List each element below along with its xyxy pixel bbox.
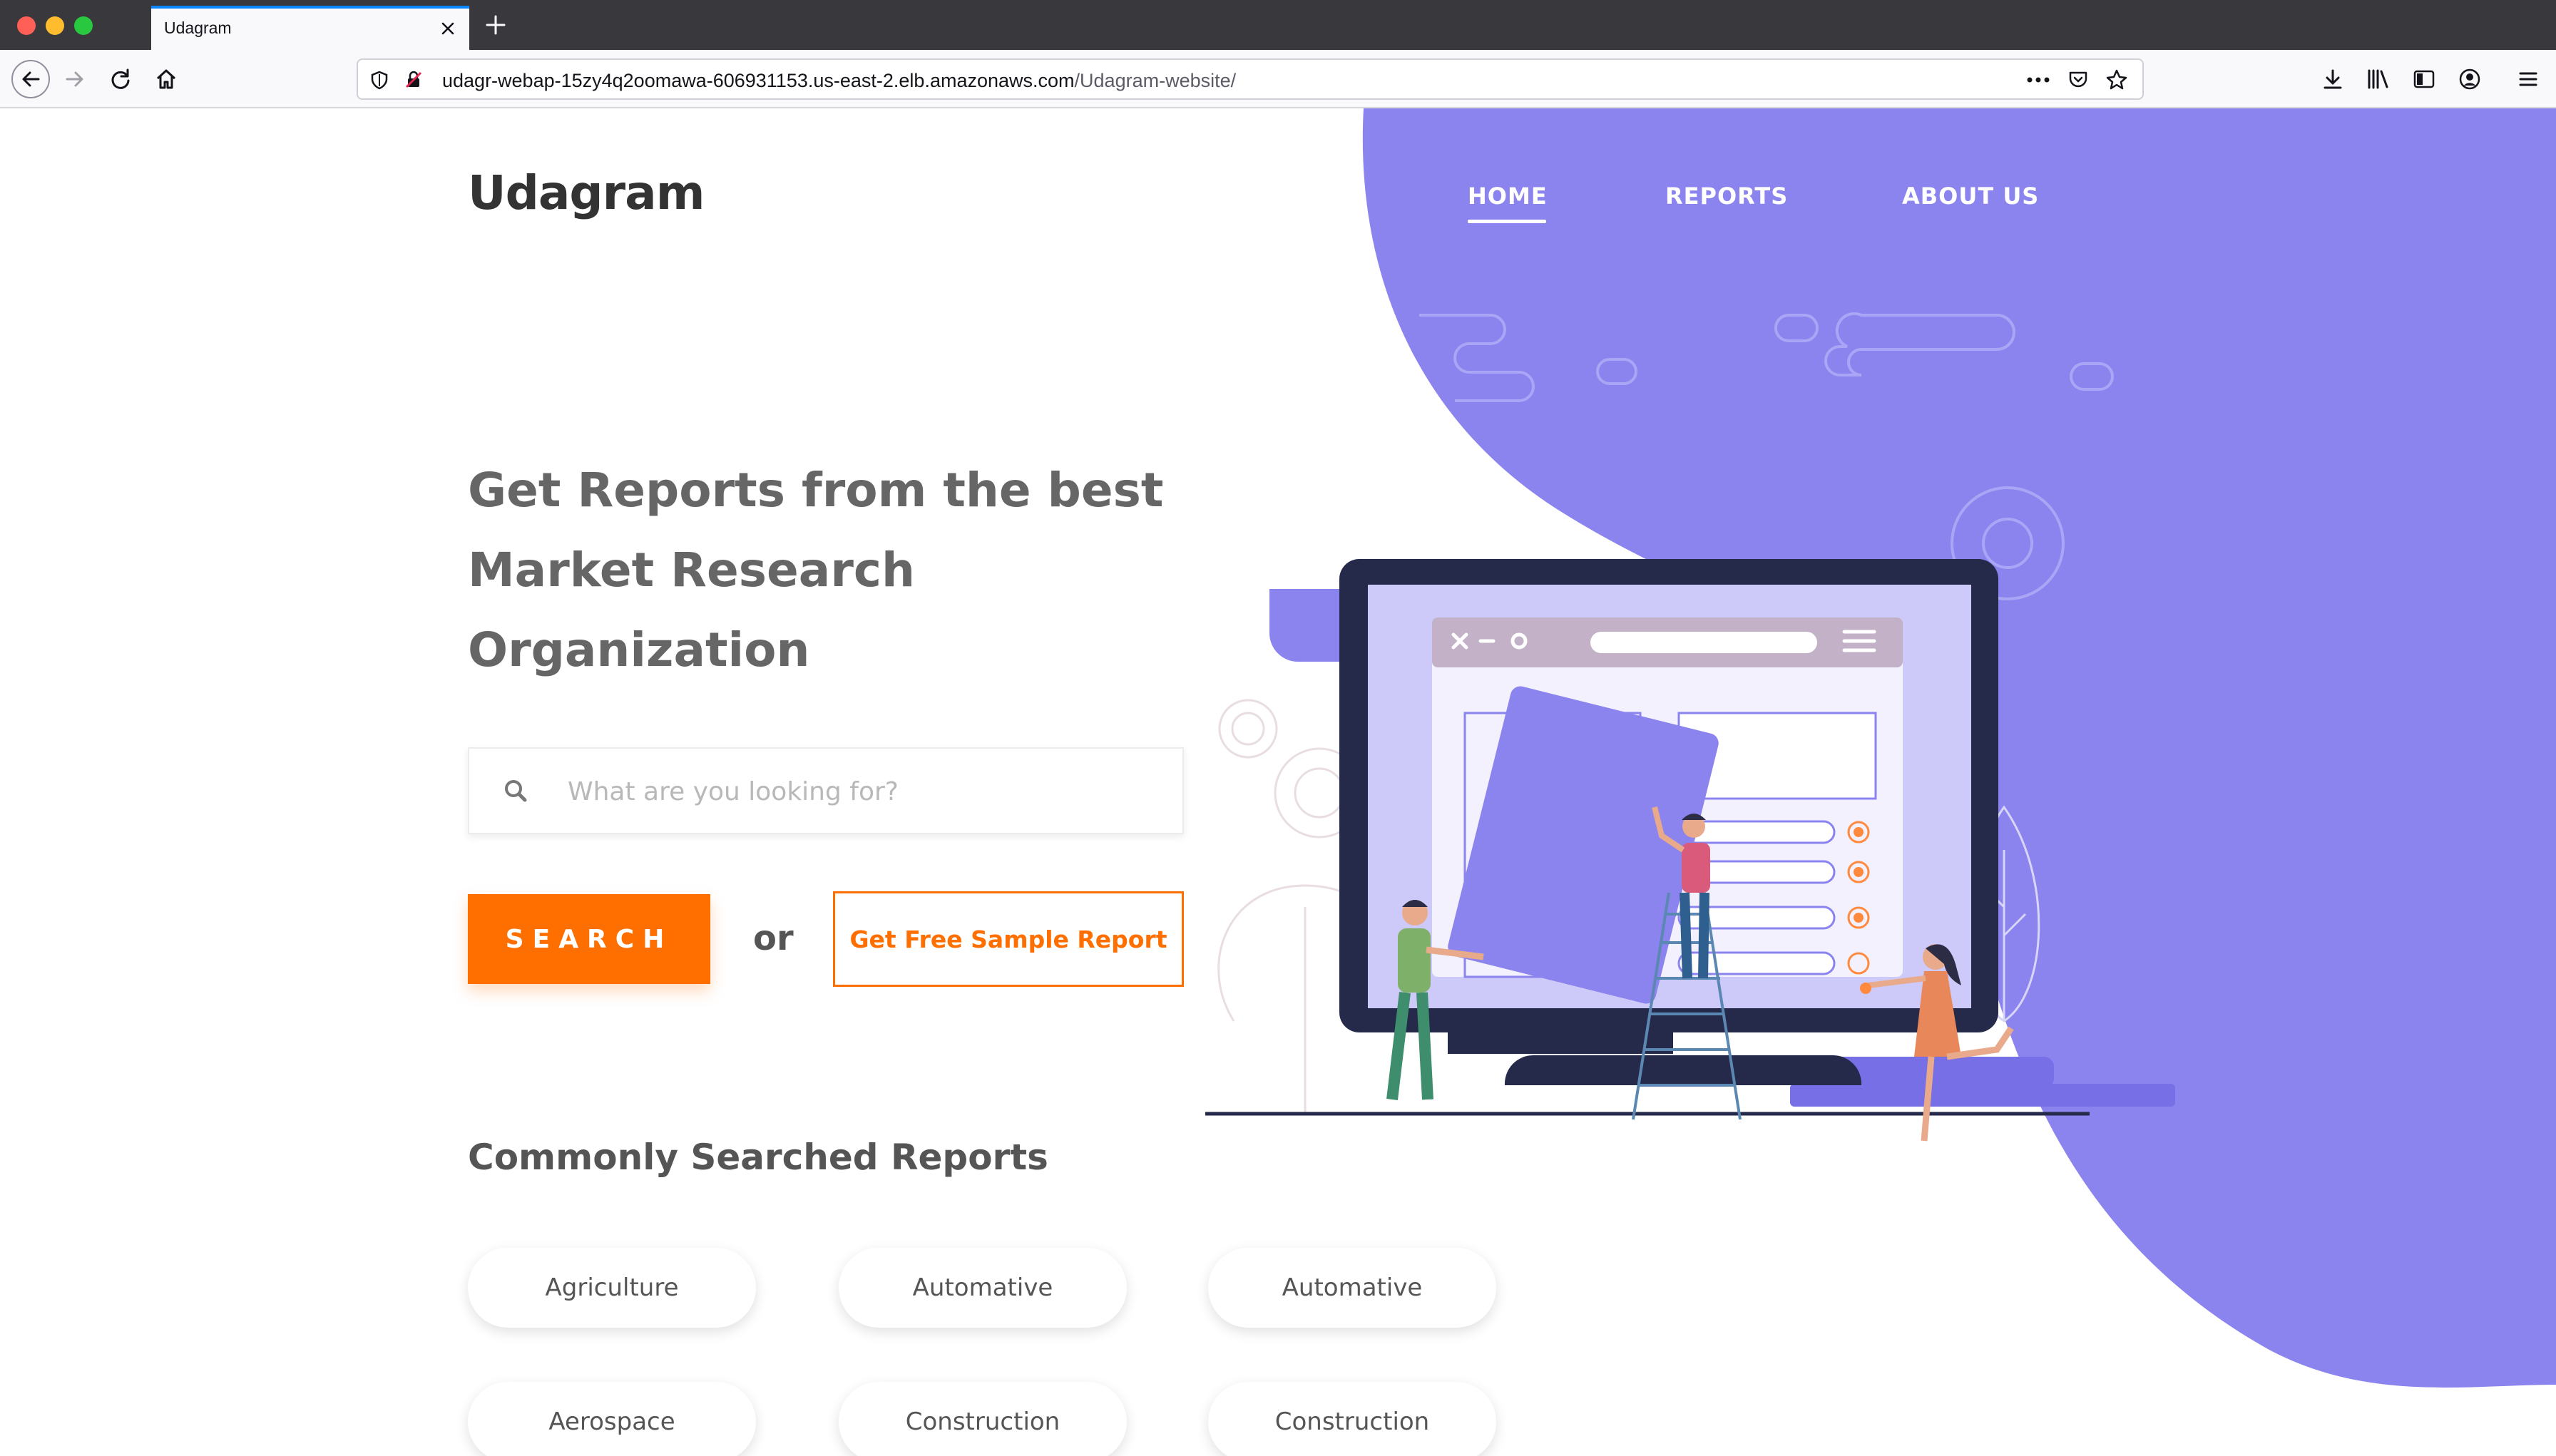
url-text[interactable]: udagr-webap-15zy4q2oomawa-606931153.us-e… bbox=[442, 70, 1236, 92]
url-path: /Udagram-website/ bbox=[1074, 70, 1237, 91]
category-chip[interactable]: Construction bbox=[839, 1382, 1127, 1456]
browser-toolbar: udagr-webap-15zy4q2oomawa-606931153.us-e… bbox=[0, 50, 2556, 108]
window-maximize-button[interactable] bbox=[74, 16, 93, 35]
category-chip[interactable]: Automative bbox=[839, 1248, 1127, 1328]
sidebar-icon[interactable] bbox=[2408, 63, 2440, 96]
search-icon bbox=[501, 776, 532, 807]
forward-icon[interactable] bbox=[58, 63, 91, 96]
star-icon[interactable] bbox=[2102, 66, 2131, 94]
reload-icon[interactable] bbox=[104, 63, 137, 96]
library-icon[interactable] bbox=[2362, 63, 2395, 96]
nav-home[interactable]: HOME bbox=[1468, 183, 1548, 210]
search-input[interactable] bbox=[568, 770, 1152, 813]
nav-about-us[interactable]: ABOUT US bbox=[1902, 183, 2039, 210]
lock-insecure-icon[interactable] bbox=[399, 66, 428, 94]
shield-icon[interactable] bbox=[365, 66, 394, 94]
window-minimize-button[interactable] bbox=[46, 16, 64, 35]
download-icon[interactable] bbox=[2316, 63, 2349, 96]
plus-icon[interactable] bbox=[482, 11, 509, 39]
web-page: Udagram HOME REPORTS ABOUT US Get Report… bbox=[0, 108, 2556, 1456]
hero-title-line: Get Reports from the best bbox=[468, 463, 1164, 518]
pocket-icon[interactable] bbox=[2064, 66, 2092, 94]
or-label: or bbox=[753, 918, 794, 958]
commonly-searched-title: Commonly Searched Reports bbox=[468, 1137, 1048, 1178]
url-bar[interactable]: udagr-webap-15zy4q2oomawa-606931153.us-e… bbox=[357, 58, 2144, 100]
hero-title-line: Market Research bbox=[468, 543, 915, 598]
category-chip[interactable]: Automative bbox=[1208, 1248, 1496, 1328]
get-free-sample-report-button[interactable]: Get Free Sample Report bbox=[833, 891, 1184, 987]
nav-home-active-indicator bbox=[1468, 220, 1546, 223]
back-icon[interactable] bbox=[11, 60, 50, 98]
category-chip[interactable]: Agriculture bbox=[468, 1248, 756, 1328]
hero-illustration bbox=[1205, 559, 2175, 1142]
url-host: udagr-webap-15zy4q2oomawa-606931153.us-e… bbox=[442, 70, 1075, 91]
window-close-button[interactable] bbox=[17, 16, 36, 35]
search-button[interactable]: SEARCH bbox=[468, 894, 710, 984]
nav-reports[interactable]: REPORTS bbox=[1665, 183, 1788, 210]
category-chip[interactable]: Aerospace bbox=[468, 1382, 756, 1456]
more-icon[interactable] bbox=[2024, 66, 2053, 94]
site-logo[interactable]: Udagram bbox=[468, 165, 705, 220]
account-icon[interactable] bbox=[2453, 63, 2486, 96]
search-box bbox=[468, 747, 1184, 834]
hero-title: Get Reports from the best Market Researc… bbox=[468, 451, 1181, 690]
menu-icon[interactable] bbox=[2512, 63, 2545, 96]
home-icon[interactable] bbox=[150, 63, 183, 96]
close-icon[interactable] bbox=[435, 16, 461, 41]
browser-tab[interactable]: Udagram bbox=[151, 6, 469, 50]
tab-title: Udagram bbox=[164, 19, 232, 37]
category-chip[interactable]: Construction bbox=[1208, 1382, 1496, 1456]
hero-title-line: Organization bbox=[468, 622, 810, 677]
browser-tab-bar: Udagram bbox=[0, 0, 2556, 50]
